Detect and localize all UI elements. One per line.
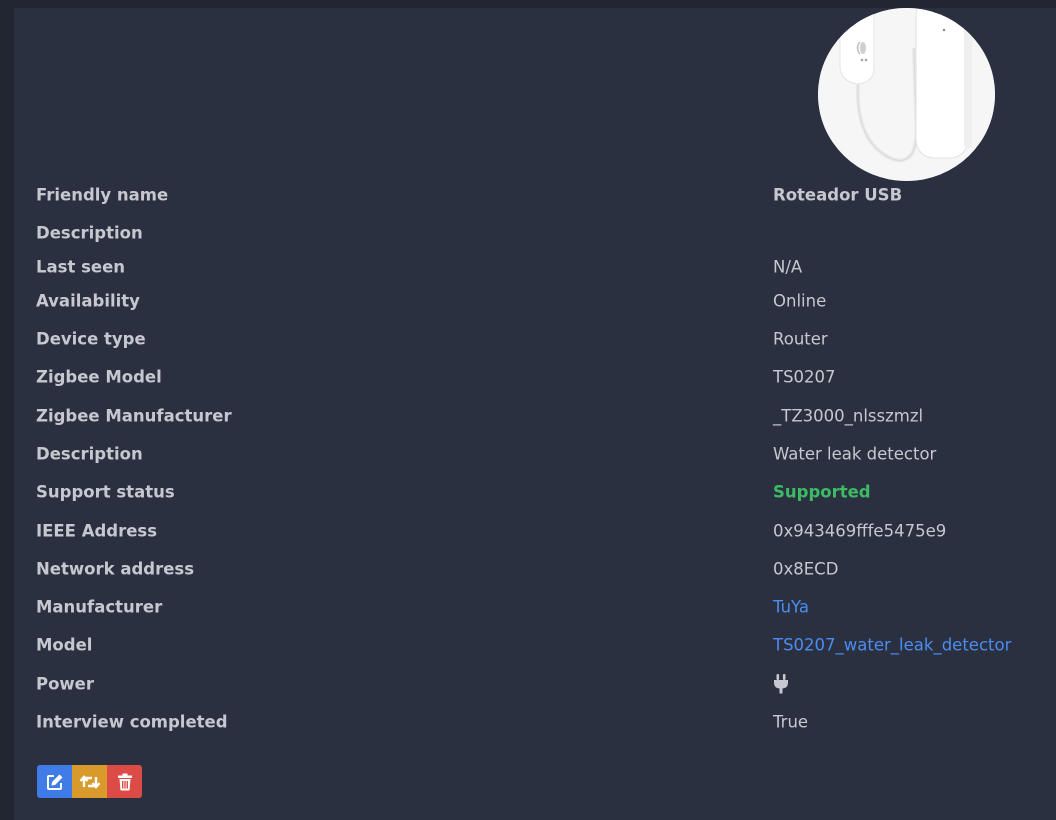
trash-icon (117, 773, 132, 790)
water-leak-detector-image (818, 8, 995, 181)
row-zigbee-model: Zigbee Model TS0207 (36, 358, 1046, 396)
row-model: Model TS0207_water_leak_detector (36, 626, 1046, 664)
manufacturer-label: Manufacturer (36, 597, 163, 617)
zigbee-model-label: Zigbee Model (36, 367, 162, 387)
interview-completed-value: True (773, 712, 809, 732)
row-interview-completed: Interview completed True (36, 703, 1046, 741)
availability-label: Availability (36, 291, 140, 311)
support-status-label: Support status (36, 482, 175, 502)
model-description-label: Description (36, 444, 143, 464)
manufacturer-link[interactable]: TuYa (773, 598, 809, 617)
plug-icon (773, 673, 789, 694)
rename-button[interactable] (72, 765, 107, 798)
ieee-address-label: IEEE Address (36, 521, 158, 541)
network-address-value: 0x8ECD (773, 559, 839, 579)
edit-button[interactable] (37, 765, 72, 798)
ieee-address-value: 0x943469fffe5475e9 (773, 521, 947, 541)
edit-icon (46, 774, 62, 790)
row-manufacturer: Manufacturer TuYa (36, 588, 1046, 626)
model-description-value: Water leak detector (773, 444, 937, 464)
row-device-type: Device type Router (36, 320, 1046, 358)
zigbee-model-value: TS0207 (773, 367, 836, 387)
row-model-description: Description Water leak detector (36, 435, 1046, 473)
model-link[interactable]: TS0207_water_leak_detector (773, 636, 1011, 655)
description-label: Description (36, 223, 143, 243)
device-type-value: Router (773, 329, 828, 349)
support-status-value: Supported (773, 482, 871, 502)
row-power: Power (36, 665, 1046, 703)
device-actions (37, 765, 142, 798)
zigbee-manufacturer-value: _TZ3000_nlsszmzl (773, 406, 924, 426)
row-description: Description (36, 214, 1046, 252)
model-label: Model (36, 635, 93, 655)
interview-completed-label: Interview completed (36, 712, 228, 732)
device-image (818, 8, 995, 181)
row-ieee-address: IEEE Address 0x943469fffe5475e9 (36, 511, 1046, 549)
network-address-label: Network address (36, 559, 195, 579)
availability-value: Online (773, 291, 827, 311)
last-seen-value: N/A (773, 257, 803, 277)
device-info-card: Friendly name Roteador USB Description L… (14, 8, 1056, 820)
remove-button[interactable] (107, 765, 142, 798)
friendly-name-label: Friendly name (36, 185, 169, 205)
friendly-name-value: Roteador USB (773, 185, 903, 205)
last-seen-label: Last seen (36, 257, 126, 277)
zigbee-manufacturer-label: Zigbee Manufacturer (36, 406, 232, 426)
row-zigbee-manufacturer: Zigbee Manufacturer _TZ3000_nlsszmzl (36, 396, 1046, 434)
power-label: Power (36, 674, 94, 694)
row-friendly-name: Friendly name Roteador USB (36, 176, 1046, 214)
row-last-seen: Last seen N/A (36, 253, 1046, 282)
row-network-address: Network address 0x8ECD (36, 550, 1046, 588)
row-support-status: Support status Supported (36, 473, 1046, 511)
retweet-icon (79, 774, 100, 789)
device-details-table: Friendly name Roteador USB Description L… (36, 176, 1046, 741)
row-availability: Availability Online (36, 282, 1046, 320)
device-type-label: Device type (36, 329, 146, 349)
